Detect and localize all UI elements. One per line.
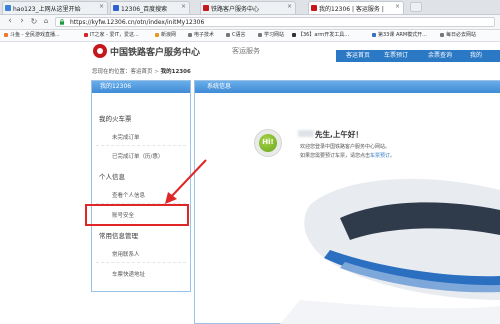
blurred-username xyxy=(298,130,314,137)
booking-hint: 如果您需要预订车票，请您点击车票预订。 xyxy=(300,153,396,159)
welcome-text: 欢迎您登录中国铁路客户服务中心网站。 xyxy=(300,144,391,150)
hi-badge-text: Hi! xyxy=(262,138,274,146)
booking-link[interactable]: 车票预订 xyxy=(370,153,390,159)
greeting-text: 先生,上午好！ xyxy=(315,130,363,139)
high-speed-train-illustration xyxy=(280,178,500,324)
